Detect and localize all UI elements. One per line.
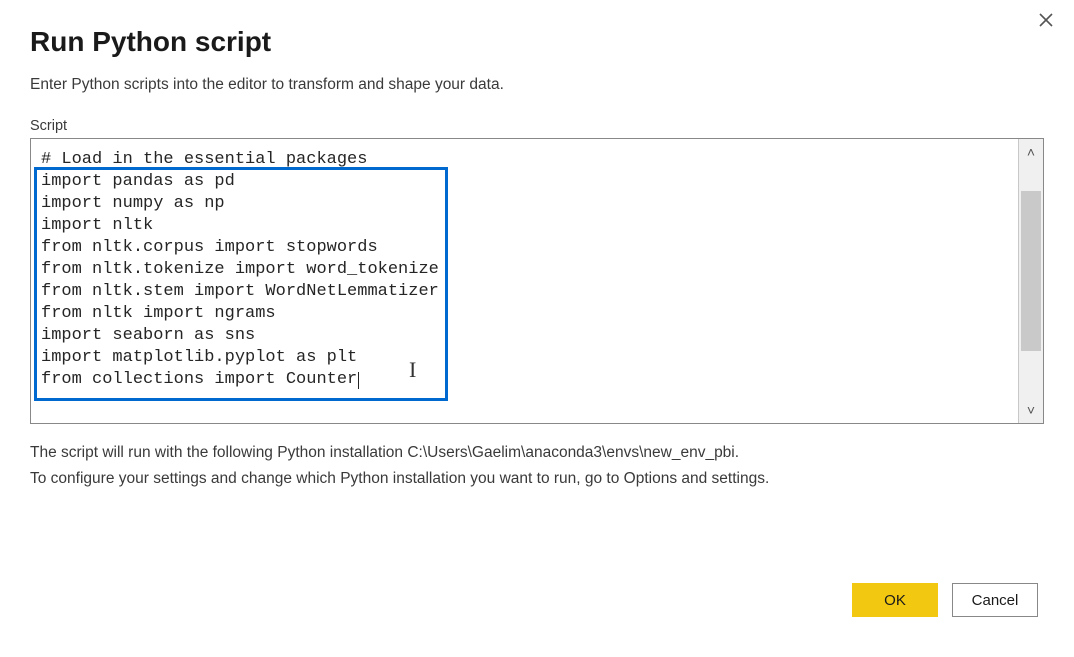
- code-line: from nltk.stem import WordNetLemmatizer: [41, 281, 1008, 303]
- code-line: from nltk import ngrams: [41, 303, 1008, 325]
- dialog-title: Run Python script: [30, 26, 1044, 58]
- scroll-up-arrow[interactable]: ˄: [1019, 139, 1043, 165]
- run-python-script-dialog: Run Python script Enter Python scripts i…: [0, 0, 1074, 657]
- scroll-thumb[interactable]: [1021, 191, 1041, 351]
- dialog-subtitle: Enter Python scripts into the editor to …: [30, 76, 1044, 94]
- code-line: import pandas as pd: [41, 171, 1008, 193]
- ok-button[interactable]: OK: [852, 583, 938, 617]
- code-line: from nltk.corpus import stopwords: [41, 237, 1008, 259]
- code-line: import matplotlib.pyplot as plt: [41, 347, 1008, 369]
- script-editor[interactable]: # Load in the essential packagesimport p…: [31, 139, 1018, 423]
- code-line: from collections import Counter: [41, 369, 1008, 391]
- scrollbar-vertical[interactable]: ˄ ˅: [1018, 139, 1043, 423]
- code-line: import seaborn as sns: [41, 325, 1008, 347]
- code-line: from nltk.tokenize import word_tokenize: [41, 259, 1008, 281]
- button-row: OK Cancel: [852, 583, 1038, 617]
- code-line: # Load in the essential packages: [41, 149, 1008, 171]
- scroll-track[interactable]: [1019, 165, 1043, 397]
- info-line-2: To configure your settings and change wh…: [30, 470, 1044, 488]
- info-line-1: The script will run with the following P…: [30, 444, 1044, 462]
- info-block: The script will run with the following P…: [30, 444, 1044, 488]
- code-line: import numpy as np: [41, 193, 1008, 215]
- code-line: import nltk: [41, 215, 1008, 237]
- scroll-down-arrow[interactable]: ˅: [1019, 397, 1043, 423]
- script-editor-wrap: # Load in the essential packagesimport p…: [30, 138, 1044, 424]
- cancel-button[interactable]: Cancel: [952, 583, 1038, 617]
- script-label: Script: [30, 118, 1044, 134]
